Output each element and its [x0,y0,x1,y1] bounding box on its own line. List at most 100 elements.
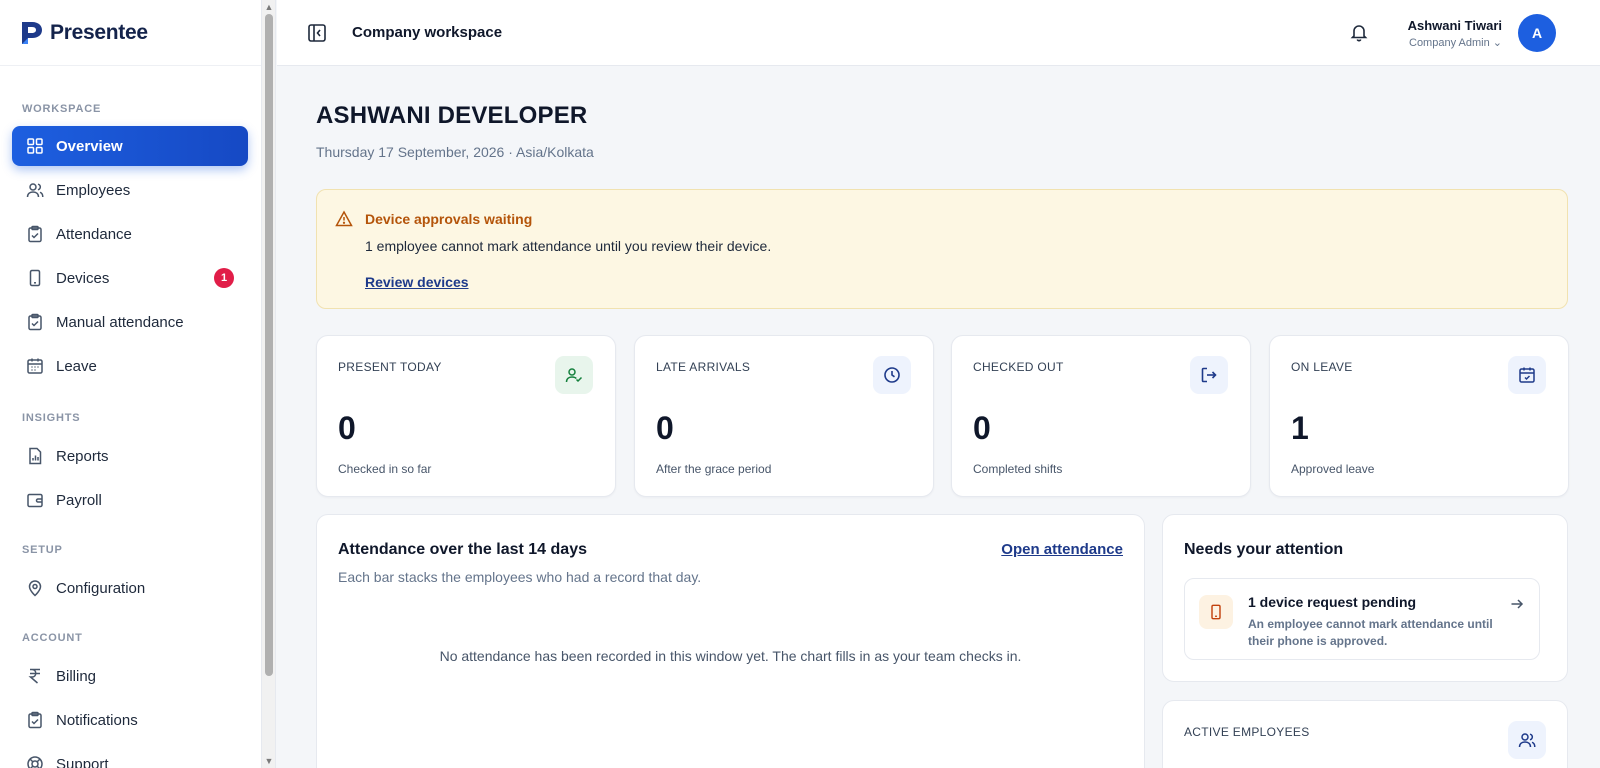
scroll-up-arrow-icon[interactable]: ▲ [264,2,274,12]
device-approval-alert: Device approvals waiting 1 employee cann… [316,189,1568,309]
sidebar-item-manual-attendance[interactable]: Manual attendance [12,302,248,342]
section-setup: SETUP [22,544,63,556]
grid-icon [26,137,44,155]
stat-label: ON LEAVE [1291,360,1353,374]
sidebar-item-label: Devices [56,269,110,287]
sidebar-item-label: Payroll [56,491,102,509]
chevron-down-icon: ⌄ [1492,37,1502,49]
topbar: Company workspace Ashwani Tiwari Company… [277,0,1600,66]
calendar-icon [26,357,44,375]
life-buoy-icon [26,755,44,768]
sidebar-item-leave[interactable]: Leave [12,346,248,386]
sidebar-item-payroll[interactable]: Payroll [12,480,248,520]
active-employees-label: ACTIVE EMPLOYEES [1184,725,1310,739]
arrow-right-icon [1509,596,1525,612]
scroll-down-arrow-icon[interactable]: ▼ [264,756,274,766]
sidebar-item-label: Configuration [56,579,146,597]
active-employees-card: ACTIVE EMPLOYEES [1162,700,1568,768]
stat-label: CHECKED OUT [973,360,1064,374]
sidebar-item-attendance[interactable]: Attendance [12,214,248,254]
user-name: Ashwani Tiwari [1407,18,1502,33]
stat-label: PRESENT TODAY [338,360,442,374]
user-role-label: Company Admin [1409,37,1490,49]
open-attendance-link[interactable]: Open attendance [1001,541,1123,558]
sidebar-item-label: Overview [56,137,123,155]
collapse-sidebar-icon[interactable] [307,23,327,43]
app-name: Presentee [50,20,148,44]
clipboard-check-icon [26,313,44,331]
calendar-check-icon [1508,356,1546,394]
sidebar-item-overview[interactable]: Overview [12,126,248,166]
smartphone-icon [26,269,44,287]
sidebar: Presentee WORKSPACE Overview Employees A… [0,0,262,768]
users-icon [1508,721,1546,759]
sidebar-item-label: Manual attendance [56,313,184,331]
devices-count-badge: 1 [214,268,234,288]
stat-card-late-arrivals: LATE ARRIVALS 0 After the grace period [634,335,934,497]
users-icon [26,181,44,199]
map-pin-icon [26,579,44,597]
logo[interactable]: Presentee [0,0,261,66]
page-date: Thursday 17 September, 2026 · Asia/Kolka… [316,144,594,160]
sidebar-scrollbar[interactable]: ▲ ▼ [262,0,276,768]
log-out-icon [1190,356,1228,394]
stat-value: 0 [338,410,356,446]
alert-text: 1 employee cannot mark attendance until … [365,238,772,254]
sidebar-item-reports[interactable]: Reports [12,436,248,476]
sidebar-item-label: Employees [56,181,131,199]
section-workspace: WORKSPACE [22,103,102,115]
attendance-chart-panel: Attendance over the last 14 days Each ba… [316,514,1145,768]
section-insights: INSIGHTS [22,412,81,424]
alert-title: Device approvals waiting [365,211,533,227]
sidebar-item-label: Attendance [56,225,132,243]
needs-attention-title: Needs your attention [1184,541,1344,558]
report-icon [26,447,44,465]
sidebar-item-label: Notifications [56,711,138,729]
warning-triangle-icon [335,210,353,228]
clipboard-check-icon [26,711,44,729]
smartphone-icon [1199,595,1233,629]
workspace-title: Company workspace [352,24,503,41]
stat-sub: After the grace period [656,462,772,476]
device-request-card[interactable]: 1 device request pending An employee can… [1184,578,1540,660]
user-check-icon [555,356,593,394]
user-role-dropdown[interactable]: Company Admin ⌄ [1409,36,1502,49]
sidebar-item-devices[interactable]: Devices 1 [12,258,248,298]
stat-value: 0 [656,410,674,446]
sidebar-item-notifications[interactable]: Notifications [12,700,248,740]
stat-value: 0 [973,410,991,446]
sidebar-item-label: Leave [56,357,97,375]
sidebar-item-label: Reports [56,447,109,465]
bell-icon[interactable] [1349,22,1369,42]
clipboard-check-icon [26,225,44,243]
presentee-logo-icon [22,21,42,44]
stat-sub: Checked in so far [338,462,432,476]
stat-card-present-today: PRESENT TODAY 0 Checked in so far [316,335,616,497]
sidebar-item-label: Support [56,755,109,768]
stat-card-checked-out: CHECKED OUT 0 Completed shifts [951,335,1251,497]
wallet-icon [26,491,44,509]
stat-sub: Completed shifts [973,462,1063,476]
stat-label: LATE ARRIVALS [656,360,751,374]
stat-sub: Approved leave [1291,462,1375,476]
stat-value: 1 [1291,410,1309,446]
sidebar-item-label: Billing [56,667,97,685]
sidebar-item-employees[interactable]: Employees [12,170,248,210]
section-account: ACCOUNT [22,632,83,644]
attendance-empty-state: No attendance has been recorded in this … [439,648,1022,664]
sidebar-item-configuration[interactable]: Configuration [12,568,248,608]
scroll-thumb[interactable] [265,14,273,676]
page-title: ASHWANI DEVELOPER [316,102,588,129]
request-title: 1 device request pending [1248,594,1417,610]
clock-icon [873,356,911,394]
sidebar-item-billing[interactable]: Billing [12,656,248,696]
review-devices-link[interactable]: Review devices [365,274,469,290]
rupee-icon [26,667,44,685]
sidebar-item-support[interactable]: Support [12,744,248,768]
stat-card-on-leave: ON LEAVE 1 Approved leave [1269,335,1569,497]
request-description: An employee cannot mark attendance until… [1248,617,1493,648]
avatar[interactable]: A [1518,14,1556,52]
attendance-panel-subtitle: Each bar stacks the employees who had a … [338,569,702,585]
needs-attention-panel: Needs your attention 1 device request pe… [1162,514,1568,682]
attendance-panel-title: Attendance over the last 14 days [338,541,587,558]
